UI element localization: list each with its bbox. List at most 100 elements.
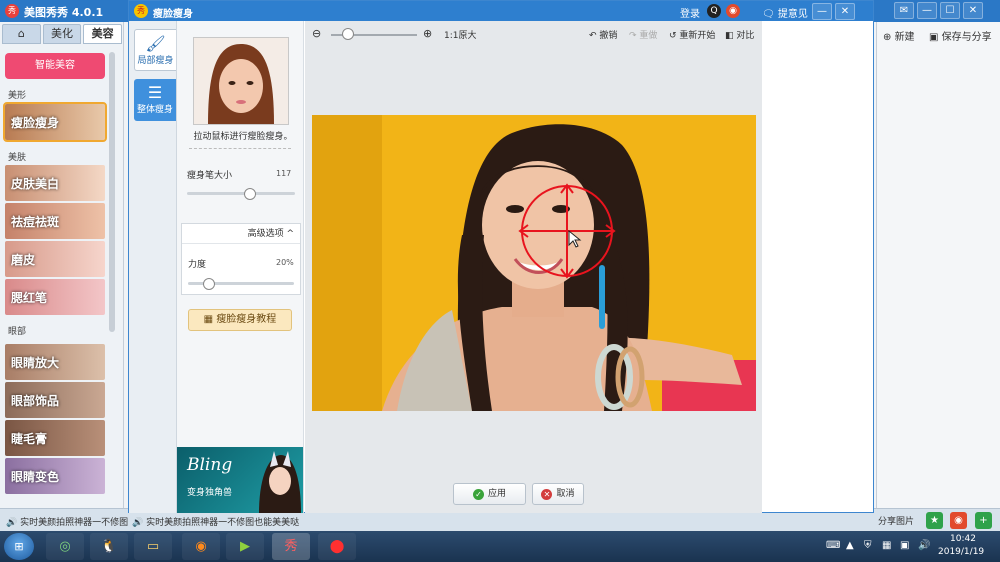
photo-canvas[interactable]	[312, 115, 756, 411]
tool-item-acne-removal[interactable]: 祛痘祛斑	[5, 203, 105, 239]
strength-value: 20%	[276, 258, 294, 267]
tray-volume-icon[interactable]: 🔊	[918, 540, 930, 551]
tool-item-skin-whitening[interactable]: 皮肤美白	[5, 165, 105, 201]
tool-item-label: 腮红笔	[11, 291, 48, 305]
login-link[interactable]: 登录	[680, 5, 700, 20]
clock-date[interactable]: 2019/1/19	[938, 547, 984, 557]
left-panel-scrollbar[interactable]	[109, 52, 115, 332]
save-share-button[interactable]: ▣ 保存与分享	[929, 28, 992, 43]
tray-network-icon[interactable]: ▦	[882, 540, 891, 551]
start-button[interactable]: ⊞	[4, 533, 34, 560]
tab-overall-slim-label: 整体瘦身	[136, 105, 173, 115]
tab-beautify[interactable]: 美化	[42, 24, 82, 44]
restore-button[interactable]: ☐	[940, 2, 960, 19]
zoom-out-icon[interactable]: ⊖	[312, 27, 321, 40]
minimize-button[interactable]: —	[917, 2, 937, 19]
advanced-options-label: 高级选项	[247, 229, 284, 239]
canvas-area: ⊖ ⊕ 1:1原大 ↶ 撤销 ↷ 重做 ↺ 重新开始 ◧ 对比 ✓ 应用 ✕ 取…	[305, 21, 762, 513]
tab-home[interactable]: ⌂	[2, 24, 41, 44]
tool-item-label: 瘦脸瘦身	[11, 116, 60, 130]
compare-icon: ◧	[725, 31, 734, 41]
divider	[189, 148, 291, 149]
tray-expand-icon[interactable]: ▲	[846, 540, 854, 551]
undo-button[interactable]: ↶ 撤销	[589, 28, 617, 41]
tool-item-label: 睫毛膏	[11, 432, 48, 446]
feedback-label: 提意见	[777, 9, 808, 20]
tray-security-icon[interactable]: ⛨	[864, 540, 872, 551]
main-window-controls: ✉ — ☐ ✕	[894, 2, 983, 19]
weibo-icon[interactable]: ◉	[950, 512, 967, 529]
feedback-link[interactable]: 🗨 提意见	[762, 5, 808, 20]
dialog-window-controls: — ✕	[812, 3, 855, 20]
cancel-button[interactable]: ✕ 取消	[532, 483, 584, 505]
close-button[interactable]: ✕	[963, 2, 983, 19]
ad-banner[interactable]: Bling 变身独角兽	[177, 447, 303, 513]
news-text: 实时美颜拍照神器一不修图	[20, 518, 129, 528]
restart-button[interactable]: ↺ 重新开始	[669, 28, 715, 41]
taskbar-app-recorder[interactable]: ⬤	[318, 533, 356, 560]
original-size-button[interactable]: 1:1原大	[444, 28, 477, 41]
taskbar-app-firefox[interactable]: ◉	[182, 533, 220, 560]
ad-subtitle: 变身独角兽	[187, 488, 233, 498]
tab-beauty[interactable]: 美容	[83, 24, 123, 44]
cancel-icon: ✕	[541, 489, 553, 500]
apply-button[interactable]: ✓ 应用	[453, 483, 526, 505]
tool-item-label: 磨皮	[11, 253, 36, 267]
tab-overall-slim[interactable]: ☰ 整体瘦身	[134, 79, 176, 121]
tool-item-label: 皮肤美白	[11, 177, 60, 191]
message-icon[interactable]: ✉	[894, 2, 914, 19]
taskbar-app-360[interactable]: ◎	[46, 533, 84, 560]
weibo-login-icon[interactable]: ◉	[726, 4, 740, 18]
tool-item-eye-accessories[interactable]: 眼部饰品	[5, 382, 105, 418]
dialog-minimize-button[interactable]: —	[812, 3, 832, 20]
strength-label: 力度	[188, 260, 207, 270]
zoom-slider-thumb[interactable]	[342, 28, 355, 40]
zoom-in-icon[interactable]: ⊕	[423, 27, 432, 40]
tool-item-skin-smoothing[interactable]: 磨皮	[5, 241, 105, 277]
star-icon[interactable]: ★	[926, 512, 943, 529]
news-text: 实时美颜拍照神器一不修图也能美美哒	[146, 518, 300, 528]
tutorial-label: 瘦脸瘦身教程	[216, 314, 277, 325]
strength-slider-thumb[interactable]	[203, 278, 216, 290]
tutorial-button[interactable]: ▦ 瘦脸瘦身教程	[188, 309, 292, 331]
undo-label: 撤销	[599, 31, 618, 41]
tray-keyboard-icon[interactable]: ⌨	[826, 540, 840, 551]
tool-item-mascara[interactable]: 睫毛膏	[5, 420, 105, 456]
add-icon[interactable]: +	[975, 512, 992, 529]
taskbar-app-meitu[interactable]: 秀	[272, 533, 310, 560]
compare-button[interactable]: ◧ 对比	[725, 28, 754, 41]
chevron-up-icon: ^	[286, 229, 294, 239]
app-title: 美图秀秀 4.0.1	[24, 6, 104, 19]
tab-local-slim[interactable]: 🖌 局部瘦身	[134, 29, 176, 71]
brush-size-slider[interactable]	[187, 192, 295, 195]
news-ticker-left[interactable]: 🔊 实时美颜拍照神器一不修图	[6, 515, 128, 528]
taskbar-app-qq[interactable]: 🐧	[90, 533, 128, 560]
tool-item-slim-face[interactable]: 瘦脸瘦身	[3, 102, 107, 142]
photo-image[interactable]	[312, 115, 756, 411]
redo-label: 重做	[639, 31, 658, 41]
clock-time[interactable]: 10:42	[950, 534, 976, 544]
news-ticker-mid[interactable]: 🔊 实时美颜拍照神器一不修图也能美美哒	[132, 515, 299, 528]
qq-icon[interactable]: Q	[707, 4, 721, 18]
right-panel: ⊕ 新建 ▣ 保存与分享	[876, 22, 1000, 508]
dialog-close-button[interactable]: ✕	[835, 3, 855, 20]
tool-item-eye-color[interactable]: 眼睛变色	[5, 458, 105, 494]
apply-label: 应用	[487, 489, 506, 499]
redo-button[interactable]: ↷ 重做	[629, 28, 657, 41]
advanced-options-toggle[interactable]: 高级选项 ^	[182, 224, 300, 244]
ad-title: Bling	[187, 455, 233, 475]
tool-item-blush-brush[interactable]: 腮红笔	[5, 279, 105, 315]
new-button[interactable]: ⊕ 新建	[883, 28, 915, 43]
tool-item-eye-enlarge[interactable]: 眼睛放大	[5, 344, 105, 380]
dialog-app-icon: 秀	[134, 4, 148, 18]
section-title-eyes: 眼部	[8, 327, 27, 337]
tray-display-icon[interactable]: ▣	[900, 540, 909, 551]
taskbar-app-explorer[interactable]: ▭	[134, 533, 172, 560]
left-tabs: ⌂ 美化 美容	[2, 24, 123, 44]
smart-beauty-button[interactable]: 智能美容	[5, 53, 105, 79]
canvas-toolbar: ⊖ ⊕ 1:1原大 ↶ 撤销 ↷ 重做 ↺ 重新开始 ◧ 对比	[305, 21, 762, 47]
taskbar-app-media[interactable]: ▶	[226, 533, 264, 560]
dialog-title-bar: 秀 瘦脸瘦身 登录 Q ◉ 🗨 提意见 — ✕	[129, 1, 873, 21]
brush-size-slider-thumb[interactable]	[244, 188, 257, 200]
tool-item-label: 祛痘祛斑	[11, 215, 60, 229]
